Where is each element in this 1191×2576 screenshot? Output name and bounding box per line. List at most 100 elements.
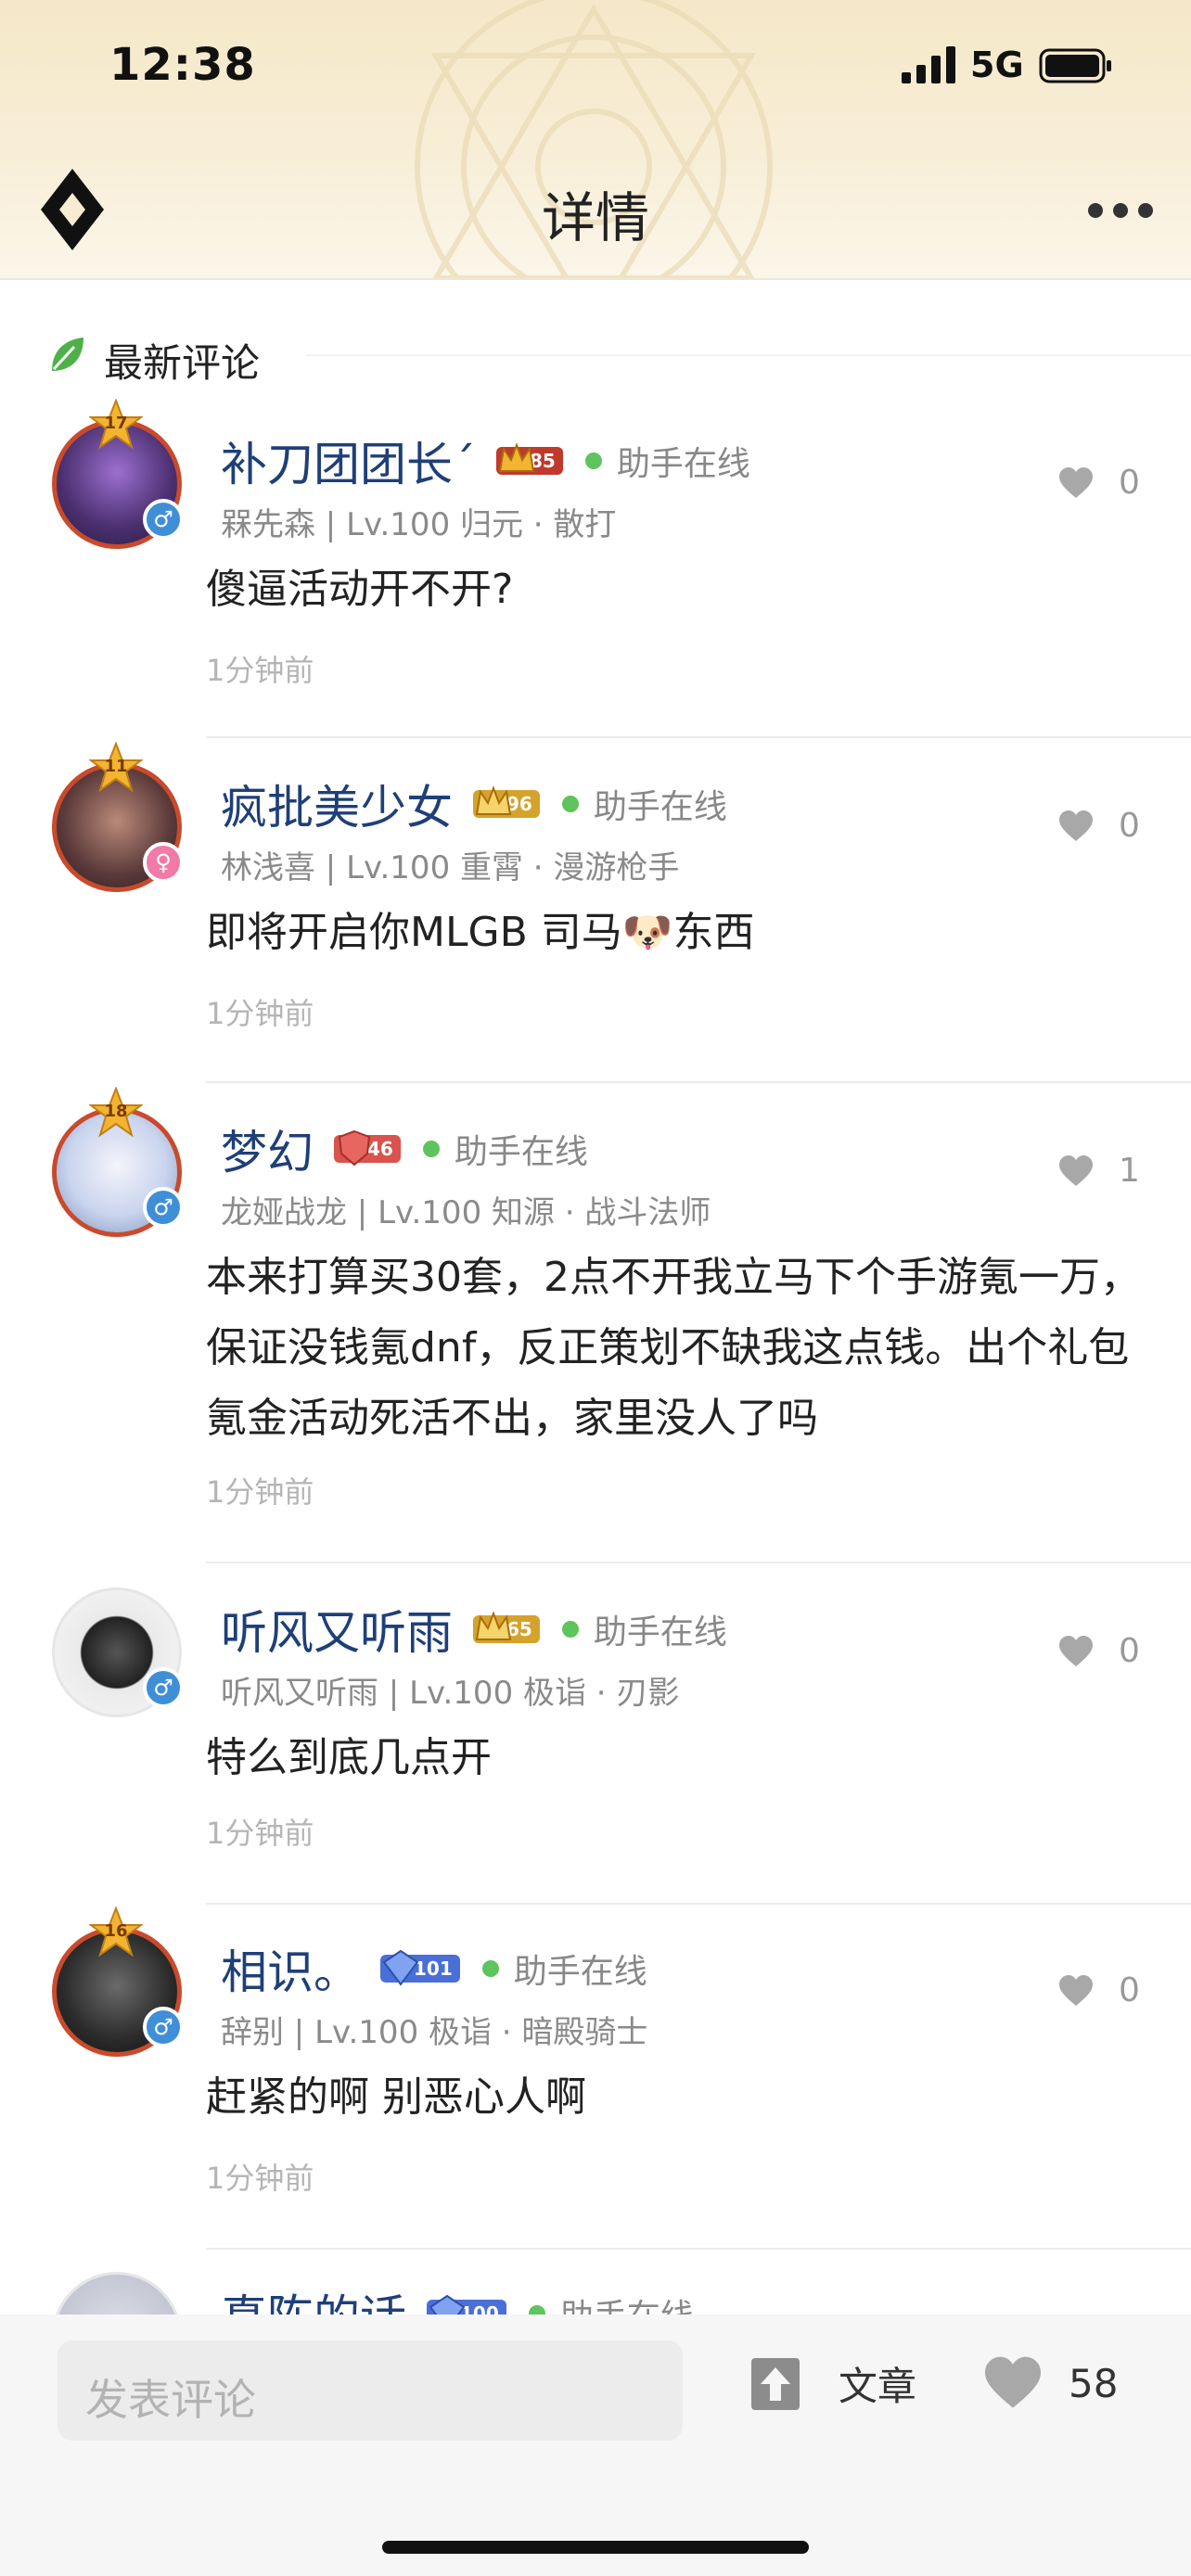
like-button[interactable]: 0 — [1057, 1971, 1140, 2009]
username[interactable]: 补刀团团长ˊ — [221, 427, 476, 494]
heart-icon — [1059, 1974, 1093, 2006]
online-text: 助手在线 — [593, 1613, 727, 1651]
like-button[interactable]: 1 — [1057, 1152, 1140, 1190]
online-text: 助手在线 — [593, 788, 727, 826]
section-title: 最新评论 — [104, 340, 261, 386]
status-time: 12:38 — [109, 39, 256, 91]
online-status: 助手在线 — [528, 2289, 694, 2315]
comment-time: 1分钟前 — [206, 1816, 314, 1851]
online-dot — [481, 1960, 499, 1977]
leaf-icon — [52, 338, 83, 371]
comment-item[interactable]: 18 ♂ 梦幻 46 助手在线 龙娅战龙 | Lv.100 知源 · 战斗法师 … — [0, 1087, 1191, 1565]
status-bar: 12:38 5G — [0, 0, 1191, 139]
male-icon: ♂ — [143, 1667, 184, 1708]
diamond-rank-icon — [382, 1949, 419, 1986]
comment-item[interactable]: 16 ♂ 相识。 101 助手在线 辞别 | Lv.100 极诣 · 暗殿骑士 … — [0, 1906, 1191, 2250]
male-icon: ♂ — [143, 1187, 184, 1228]
user-meta: 槑先森 | Lv.100 归元 · 散打 — [221, 506, 617, 543]
comment-item[interactable]: 真陈的话 100 助手在线 — [0, 2251, 1191, 2315]
like-button[interactable]: 0 — [1057, 807, 1140, 845]
avatar[interactable]: 16 ♂ — [46, 1906, 191, 2073]
comment-time: 1分钟前 — [206, 2161, 314, 2196]
like-button[interactable]: 0 — [1057, 464, 1140, 502]
comment-item[interactable]: 11 ♀ 疯批美少女 96 助手在线 林浅喜 | Lv.100 重霄 · 漫游枪… — [0, 742, 1191, 1085]
online-dot — [528, 2305, 545, 2315]
level-number: 17 — [104, 414, 128, 433]
comment-time: 1分钟前 — [206, 653, 314, 688]
online-status: 助手在线 — [584, 437, 750, 485]
upload-icon — [751, 2357, 800, 2410]
like-button[interactable]: 0 — [1057, 1632, 1140, 1670]
avatar[interactable]: 17 ♂ — [46, 399, 191, 566]
user-meta: 龙娅战龙 | Lv.100 知源 · 战斗法师 — [221, 1194, 711, 1231]
like-count: 1 — [1119, 1152, 1140, 1190]
avatar[interactable]: 18 ♂ — [46, 1087, 191, 1254]
online-text: 助手在线 — [454, 1133, 588, 1171]
header: 12:38 5G 详情 — [0, 0, 1191, 280]
rank-badge: 96 — [473, 785, 540, 818]
diamond-rank-icon — [429, 2294, 466, 2315]
divider — [206, 1081, 1191, 1083]
divider — [206, 2248, 1191, 2250]
online-status: 助手在线 — [561, 1605, 727, 1653]
more-icon[interactable] — [1087, 202, 1154, 219]
like-count: 0 — [1119, 464, 1140, 502]
crown-icon — [498, 442, 535, 472]
rank-badge: 85 — [496, 442, 563, 475]
bottom-bar: 发表评论 文章 58 — [0, 2315, 1191, 2576]
heart-icon — [985, 2356, 1041, 2408]
rank-badge: 101 — [380, 1949, 460, 1986]
crown-icon — [475, 1611, 512, 1640]
avatar[interactable]: ♂ — [46, 1567, 191, 1734]
username[interactable]: 听风又听雨 — [221, 1596, 453, 1663]
user-meta: 辞别 | Lv.100 极诣 · 暗殿骑士 — [221, 2014, 648, 2051]
like-count: 0 — [1119, 807, 1140, 845]
comment-input-placeholder: 发表评论 — [85, 2375, 256, 2425]
heart-icon — [1059, 1635, 1093, 1666]
online-dot — [584, 453, 602, 469]
divider — [206, 1562, 1191, 1563]
comment-input[interactable]: 发表评论 — [58, 2340, 683, 2441]
username[interactable]: 真陈的话 — [221, 2280, 406, 2315]
rank-badge: 65 — [473, 1611, 540, 1643]
network-type: 5G — [970, 45, 1024, 85]
divider — [206, 736, 1191, 738]
total-like-count: 58 — [1069, 2360, 1119, 2406]
comment-time: 1分钟前 — [206, 996, 314, 1031]
shield-icon — [338, 1129, 371, 1167]
signal-icon — [902, 46, 955, 83]
heart-icon — [1059, 810, 1093, 841]
username[interactable]: 疯批美少女 — [221, 771, 453, 837]
avatar[interactable] — [46, 2251, 191, 2315]
online-dot — [561, 1621, 579, 1638]
rank-badge: 46 — [334, 1129, 401, 1167]
level-number: 16 — [104, 1921, 128, 1941]
female-icon: ♀ — [143, 842, 184, 883]
latest-comments-header: 最新评论 — [46, 326, 1191, 386]
online-status: 助手在线 — [481, 1945, 647, 1993]
online-dot — [422, 1141, 440, 1157]
like-post-button[interactable]: 58 — [981, 2355, 1118, 2411]
comment-time: 1分钟前 — [206, 1474, 314, 1510]
online-text: 助手在线 — [560, 2289, 694, 2315]
username[interactable]: 梦幻 — [221, 1116, 314, 1182]
heart-icon — [1059, 1154, 1093, 1186]
article-button[interactable]: 文章 — [749, 2355, 916, 2412]
comment-text: 即将开启你MLGB 司马🐶东西 — [206, 909, 755, 956]
home-indicator[interactable] — [382, 2541, 809, 2554]
like-count: 0 — [1119, 1632, 1140, 1670]
online-text: 助手在线 — [513, 1953, 647, 1991]
comment-item[interactable]: 17 ♂ 补刀团团长ˊ 85 助手在线 槑先森 | Lv.100 归元 · 散打… — [0, 399, 1191, 742]
user-meta: 林浅喜 | Lv.100 重霄 · 漫游枪手 — [221, 849, 680, 886]
username[interactable]: 相识。 — [221, 1935, 360, 2002]
divider — [206, 1903, 1191, 1905]
online-status: 助手在线 — [422, 1125, 588, 1173]
online-text: 助手在线 — [616, 445, 750, 483]
comment-item[interactable]: ♂ 听风又听雨 65 助手在线 听风又听雨 | Lv.100 极诣 · 刃影 0… — [0, 1567, 1191, 1906]
like-count: 0 — [1119, 1971, 1140, 2009]
avatar[interactable]: 11 ♀ — [46, 742, 191, 909]
article-label: 文章 — [839, 2364, 917, 2409]
comment-text: 本来打算买30套，2点不开我立马下个手游氪一万，保证没钱氪dnf，反正策划不缺我… — [206, 1254, 1141, 1442]
rank-badge: 100 — [427, 2294, 506, 2315]
comment-text: 傻逼活动开不开? — [206, 566, 514, 613]
